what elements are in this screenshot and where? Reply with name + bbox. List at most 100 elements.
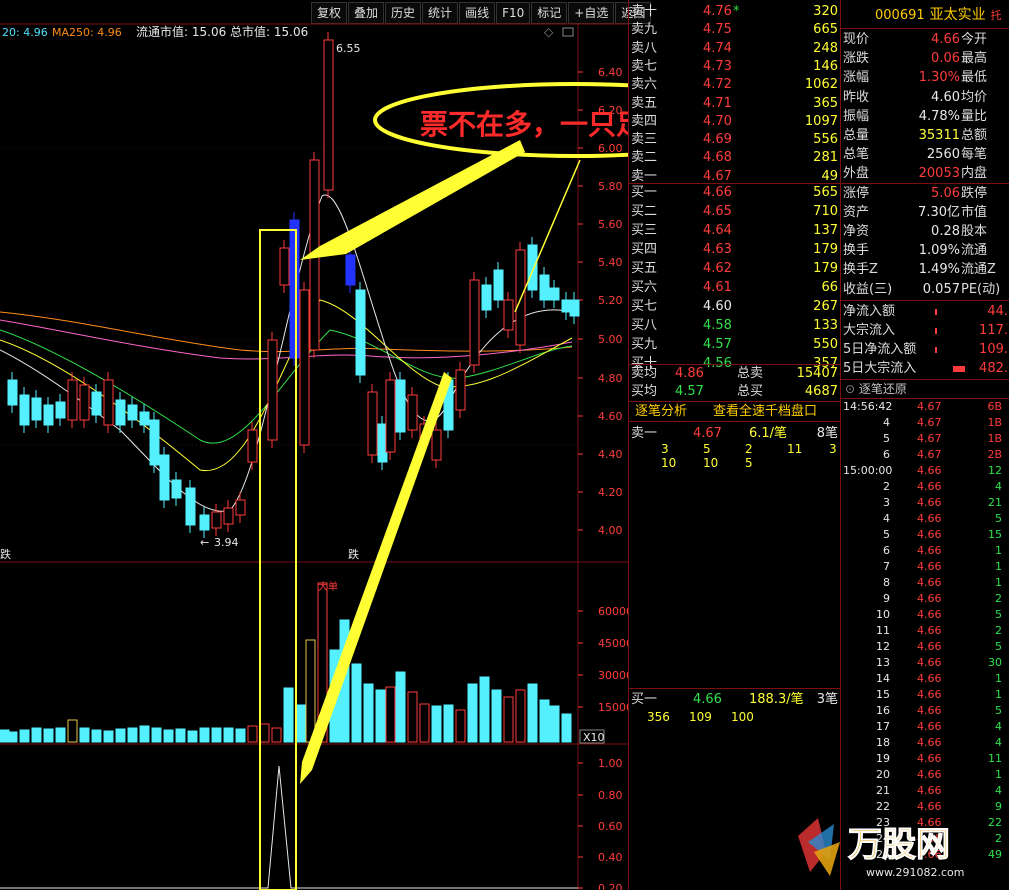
flow-bar [935, 347, 937, 353]
volume-bar [199, 727, 210, 743]
candle [223, 507, 234, 525]
tab-tick-analysis[interactable]: 逐笔分析 [635, 402, 687, 421]
axis-tick-label: 4.80 [598, 372, 623, 385]
tick-time: 15 [876, 688, 890, 701]
buy-level-label: 买五 [631, 261, 658, 276]
volume-bar [491, 689, 502, 743]
tick-price: 4.66 [917, 640, 942, 653]
tick-time: 4 [883, 512, 890, 525]
buy1-size: 188.3/笔 [749, 692, 804, 707]
stat-row: 现价 4.66 今开 [841, 30, 1009, 49]
sell-level-label: 卖十 [631, 4, 658, 19]
tick-volume: 9 [995, 800, 1002, 813]
stat-value: 1.49% [918, 262, 960, 278]
volume-bar [295, 704, 306, 743]
candle [7, 379, 18, 406]
tick-time: 20 [876, 768, 890, 781]
avg-sell-row: 卖均 4.86 总卖 15407 [629, 364, 840, 383]
tab-full-depth[interactable]: 查看全速千档盘口 [713, 402, 817, 421]
flow-bar [953, 366, 965, 372]
tick-price: 4.66 [917, 464, 942, 477]
diamond-icon[interactable]: ◇ [544, 25, 554, 39]
tick-price: 4.66 [917, 752, 942, 765]
sell-level-label: 卖六 [631, 77, 658, 93]
tick-volume: 4 [995, 736, 1002, 749]
tick-time: 21 [876, 784, 890, 797]
window-icon[interactable] [562, 27, 574, 37]
tick-price: 4.66 [917, 688, 942, 701]
tick-time: 16 [876, 704, 890, 717]
volume-bar [385, 686, 396, 743]
candle [549, 287, 560, 301]
tick-restore-tab[interactable]: ⊙ 逐笔还原 [845, 380, 907, 399]
candle [31, 397, 42, 421]
tick-price: 4.66 [917, 576, 942, 589]
sell-level-price: 4.68 [703, 150, 732, 166]
buy-level-label: 买七 [631, 299, 658, 314]
sell-level-row: 卖二 4.68 281 [629, 148, 840, 167]
tick-time: 7 [883, 560, 890, 573]
candle [139, 411, 150, 426]
buy-level-row: 买八 4.58 133 [629, 316, 840, 335]
tick-price: 4.66 [917, 528, 942, 541]
stat-row: 涨跌 0.06 最高 [841, 49, 1009, 68]
tick-volume: 1 [995, 768, 1002, 781]
stat-value: 4.78% [918, 108, 960, 124]
buy-level-label: 买八 [631, 318, 658, 333]
volume-bar [43, 728, 54, 743]
kline-chart[interactable]: 20: 4.96 MA250: 4.96 流通市值: 15.06 总市值: 15… [0, 0, 628, 890]
stat-value: 7.30亿 [918, 204, 960, 220]
stat-value: 2560 [926, 147, 960, 163]
stat-row: 换手 1.09% 流通 [841, 241, 1009, 260]
candle [469, 279, 480, 366]
tick-volume: 1 [995, 688, 1002, 701]
buy-level-price: 4.57 [703, 337, 732, 352]
low-marker: ← [200, 536, 209, 549]
sell-level-volume: 320 [813, 4, 838, 19]
buy-level-price: 4.60 [703, 299, 732, 314]
volume-bar [7, 731, 18, 743]
tick-price: 4.66 [917, 624, 942, 637]
stat-label: 收益(三) [843, 281, 893, 297]
volume-bar [527, 683, 538, 743]
stat-label: 现价 [843, 32, 870, 47]
svg-text:www.291082.com: www.291082.com [866, 866, 964, 879]
tick-row: 20 4.66 1 [841, 767, 1009, 783]
sell1-size: 6.1/笔 [749, 426, 788, 441]
volume-bar [19, 729, 30, 743]
sell1-price: 4.67 [693, 426, 722, 441]
tick-volume: 4 [995, 784, 1002, 797]
tick-price: 4.66 [917, 512, 942, 525]
buy-level-volume: 267 [813, 299, 838, 314]
axis-tick-label: 6.40 [598, 66, 623, 79]
sell-level-volume: 146 [813, 58, 838, 74]
stat-row: 涨停 5.06 跌停 [841, 184, 1009, 203]
sell-level-flag: * [733, 4, 740, 19]
volume-bar [363, 683, 374, 743]
sell-level-volume: 665 [813, 22, 838, 38]
avg-sell-label: 卖均 [631, 366, 658, 381]
candle [503, 299, 514, 331]
buy-level-volume: 133 [813, 318, 838, 333]
tick-time: 13 [876, 656, 890, 669]
total-sell-label: 总卖 [737, 366, 764, 381]
buy-level-row: 买五 4.62 179 [629, 259, 840, 278]
tick-price: 4.66 [917, 480, 942, 493]
sell-level-price: 4.69 [703, 132, 732, 148]
tick-time: 4 [883, 416, 890, 429]
stat-label-2: 股本 [961, 224, 988, 239]
stat-label: 资产 [843, 204, 870, 220]
volume-bar [467, 683, 478, 743]
tick-price: 4.66 [917, 608, 942, 621]
stat-label-2: 总额 [961, 128, 988, 143]
sell1-orders-row: 10 10 5 [629, 456, 840, 470]
sell-level-price: 4.72 [703, 77, 732, 93]
tick-volume: 12 [988, 464, 1002, 477]
sell-level-label: 卖三 [631, 132, 658, 148]
tick-volume: 6B [987, 400, 1002, 413]
volume-bar [247, 725, 258, 743]
total-sell-value: 15407 [796, 366, 838, 381]
candle [323, 39, 334, 191]
stat-value: 4.66 [931, 32, 960, 47]
sell-level-price: 4.76 [703, 4, 732, 19]
